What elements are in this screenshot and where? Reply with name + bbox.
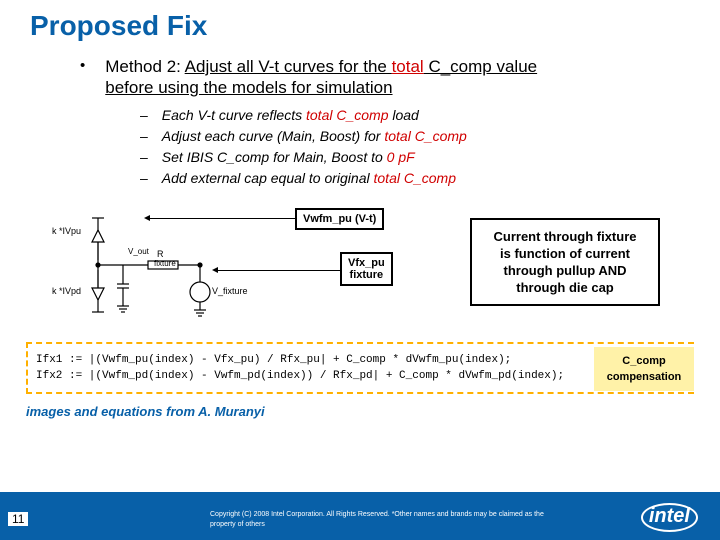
sub-text: Each V-t curve reflects total C_comp loa…	[162, 106, 419, 125]
vfx-box: Vfx_pu fixture	[340, 252, 393, 286]
image-credit: images and equations from A. Muranyi	[26, 404, 720, 419]
intel-logo: intel	[641, 503, 698, 532]
info-l2: is function of current	[482, 245, 648, 262]
mb-total: total	[392, 57, 424, 76]
sub-pre: Add external cap equal to original	[162, 170, 374, 186]
list-item: – Each V-t curve reflects total C_comp l…	[140, 106, 720, 125]
sub-pre: Adjust each curve (Main, Boost) for	[162, 128, 385, 144]
logo-text: intel	[641, 503, 698, 532]
label-ipu: k *IVpu	[52, 226, 81, 236]
sub-marker: –	[140, 127, 148, 146]
label-vfixture: V_fixture	[212, 286, 248, 296]
ccomp-l1: C_comp	[622, 355, 665, 367]
sub-red: 0 pF	[387, 149, 415, 165]
eq-line-2: Ifx2 := |(Vwfm_pd(index) - Vwfm_pd(index…	[36, 368, 564, 384]
main-bullet: • Method 2: Adjust all V-t curves for th…	[80, 56, 720, 98]
list-item: – Set IBIS C_comp for Main, Boost to 0 p…	[140, 148, 720, 167]
equations-text: Ifx1 := |(Vwfm_pu(index) - Vfx_pu) / Rfx…	[28, 352, 564, 384]
sub-pre: Each V-t curve reflects	[162, 107, 306, 123]
diagram-area: k *IVpu k *IVpd R V_out V_fixture fixtur…	[50, 204, 720, 334]
footer-bar: Copyright (C) 2008 Intel Corporation. Al…	[0, 492, 720, 540]
sub-red: total C_comp	[374, 170, 456, 186]
copyright-text: Copyright (C) 2008 Intel Corporation. Al…	[210, 510, 550, 530]
vfx-l1: Vfx_pu	[348, 257, 385, 269]
sub-text: Adjust each curve (Main, Boost) for tota…	[162, 127, 467, 146]
equations-area: Ifx1 := |(Vwfm_pu(index) - Vfx_pu) / Rfx…	[26, 342, 694, 394]
sub-text: Add external cap equal to original total…	[162, 169, 456, 188]
arrow-icon	[218, 270, 340, 271]
arrow-icon	[150, 218, 295, 219]
page-number: 11	[8, 512, 28, 526]
slide-title: Proposed Fix	[0, 0, 720, 42]
label-r: R	[157, 249, 164, 259]
mb-pre: Method 2:	[105, 57, 184, 76]
label-ipd: k *IVpd	[52, 286, 81, 296]
sub-post: load	[388, 107, 418, 123]
info-l1: Current through fixture	[482, 228, 648, 245]
vwfm-box: Vwfm_pu (V-t)	[295, 208, 384, 230]
sub-pre: Set IBIS C_comp for Main, Boost to	[162, 149, 387, 165]
sub-bullet-list: – Each V-t curve reflects total C_comp l…	[140, 106, 720, 188]
list-item: – Adjust each curve (Main, Boost) for to…	[140, 127, 720, 146]
ccomp-l2: compensation	[607, 371, 682, 383]
vfx-l2: fixture	[348, 269, 385, 281]
label-fixture: fixture	[154, 259, 176, 268]
info-l3: through pullup AND	[482, 262, 648, 279]
bullet-marker: •	[80, 56, 85, 76]
sub-marker: –	[140, 148, 148, 167]
ccomp-highlight: C_comp compensation	[594, 347, 694, 391]
sub-marker: –	[140, 169, 148, 188]
sub-red: total C_comp	[384, 128, 466, 144]
label-vout: V_out	[128, 247, 149, 256]
info-l4: through die cap	[482, 279, 648, 296]
eq-line-1: Ifx1 := |(Vwfm_pu(index) - Vfx_pu) / Rfx…	[36, 352, 564, 368]
sub-marker: –	[140, 106, 148, 125]
info-box: Current through fixture is function of c…	[470, 218, 660, 306]
mb-ul: Adjust all V-t curves for the	[185, 57, 392, 76]
main-bullet-text: Method 2: Adjust all V-t curves for the …	[105, 56, 585, 98]
list-item: – Add external cap equal to original tot…	[140, 169, 720, 188]
sub-red: total C_comp	[306, 107, 388, 123]
sub-text: Set IBIS C_comp for Main, Boost to 0 pF	[162, 148, 415, 167]
